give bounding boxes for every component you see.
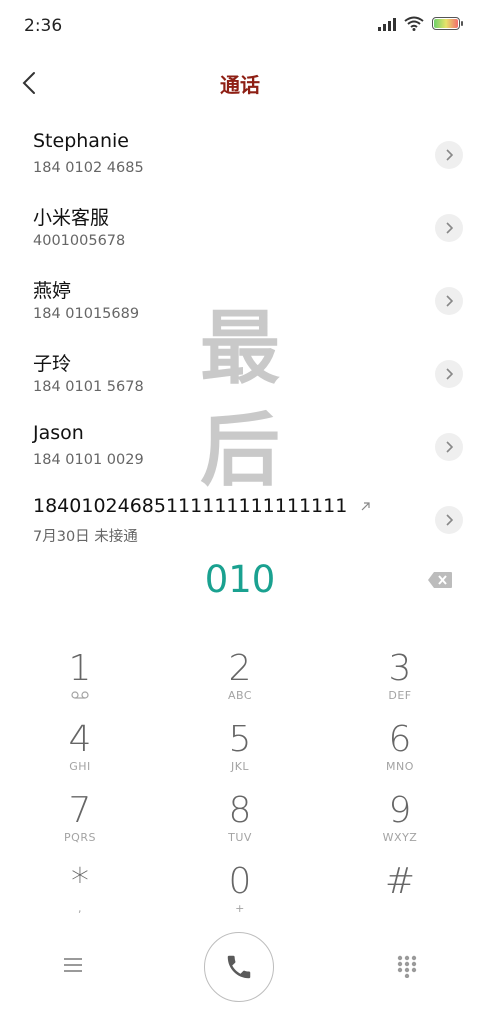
status-bar: 2:36: [0, 0, 480, 50]
key-digit: 9: [388, 790, 412, 831]
contact-number: 4001005678: [33, 233, 126, 249]
contact-row[interactable]: Stephanie 184 0102 4685: [0, 120, 480, 193]
key-letters: ,: [78, 902, 82, 915]
watermark-char-1: 最: [200, 302, 280, 395]
key-letters: PQRS: [64, 831, 96, 844]
contact-detail-button[interactable]: [435, 360, 463, 388]
key-letters: WXYZ: [382, 831, 418, 844]
key-digit: 1: [68, 648, 92, 689]
key-letters: +: [235, 902, 245, 915]
contact-row[interactable]: 小米客服 4001005678: [0, 193, 480, 266]
signal-icon: [378, 17, 396, 31]
contact-number: 184 0101 0029: [33, 452, 144, 468]
voicemail-icon: [71, 691, 89, 699]
contact-number: 184 0101 5678: [33, 379, 144, 395]
chevron-right-icon: [446, 149, 453, 161]
key-digit: 7: [68, 790, 92, 831]
key-4[interactable]: 4 GHI: [0, 711, 160, 782]
watermark-overlay: 最 后: [198, 298, 282, 502]
key-letters: TUV: [228, 831, 252, 844]
key-letters: DEF: [388, 689, 412, 702]
key-digit: *: [71, 861, 89, 902]
call-log-status: 7月30日 未接通: [33, 529, 138, 545]
key-digit: 6: [388, 719, 412, 760]
menu-button[interactable]: [62, 956, 84, 974]
contact-detail-button[interactable]: [435, 214, 463, 242]
call-log-detail-button[interactable]: [435, 506, 463, 534]
menu-icon: [64, 958, 82, 972]
key-star[interactable]: * ,: [0, 853, 160, 924]
page-title: 通话: [220, 73, 260, 97]
key-2[interactable]: 2 ABC: [160, 640, 320, 711]
backspace-button[interactable]: [427, 571, 453, 589]
key-7[interactable]: 7 PQRS: [0, 782, 160, 853]
header: 通话: [0, 55, 480, 111]
key-digit: #: [384, 861, 416, 902]
key-3[interactable]: 3 DEF: [320, 640, 480, 711]
contact-name: 燕婷: [33, 280, 72, 302]
contact-name: 小米客服: [33, 207, 110, 229]
call-log-number-text: 18401024685111111111111111: [33, 495, 348, 517]
key-hash[interactable]: #: [320, 853, 480, 924]
dialed-number: 010: [204, 558, 276, 601]
chevron-right-icon: [446, 295, 453, 307]
bottom-bar: [0, 930, 480, 1010]
key-letters: ABC: [227, 689, 253, 702]
key-8[interactable]: 8 TUV: [160, 782, 320, 853]
contact-detail-button[interactable]: [435, 141, 463, 169]
key-letters: MNO: [386, 760, 414, 773]
key-letters: GHI: [69, 760, 91, 773]
key-digit: 2: [228, 648, 252, 689]
key-digit: 5: [228, 719, 252, 760]
key-digit: 4: [68, 719, 92, 760]
chevron-right-icon: [446, 222, 453, 234]
key-6[interactable]: 6 MNO: [320, 711, 480, 782]
backspace-icon: [428, 572, 452, 588]
call-button[interactable]: [204, 932, 274, 1002]
keypad: 1 2 ABC 3 DEF 4 GHI 5 JKL 6 MNO 7 PQRS 8…: [0, 640, 480, 924]
key-0[interactable]: 0 +: [160, 853, 320, 924]
dialpad-icon: [397, 955, 417, 979]
contact-name: Jason: [33, 422, 84, 444]
key-1[interactable]: 1: [0, 640, 160, 711]
contact-detail-button[interactable]: [435, 287, 463, 315]
status-time: 2:36: [24, 16, 63, 36]
status-icons: [378, 16, 463, 31]
chevron-right-icon: [446, 368, 453, 380]
contact-detail-button[interactable]: [435, 433, 463, 461]
key-digit: 0: [228, 861, 252, 902]
contact-name: Stephanie: [33, 130, 129, 152]
key-digit: 8: [228, 790, 252, 831]
key-9[interactable]: 9 WXYZ: [320, 782, 480, 853]
battery-icon: [432, 17, 463, 30]
wifi-icon: [404, 16, 424, 31]
contact-name: 子玲: [33, 353, 72, 375]
outgoing-call-icon: [361, 502, 370, 511]
chevron-right-icon: [446, 514, 453, 526]
key-5[interactable]: 5 JKL: [160, 711, 320, 782]
contact-number: 184 0102 4685: [33, 160, 144, 176]
key-letters: JKL: [230, 760, 250, 773]
dialpad-toggle-button[interactable]: [396, 954, 418, 979]
key-digit: 3: [388, 648, 412, 689]
chevron-right-icon: [446, 441, 453, 453]
phone-icon: [227, 955, 251, 979]
contact-number: 184 01015689: [33, 306, 140, 322]
watermark-char-2: 后: [200, 404, 280, 497]
